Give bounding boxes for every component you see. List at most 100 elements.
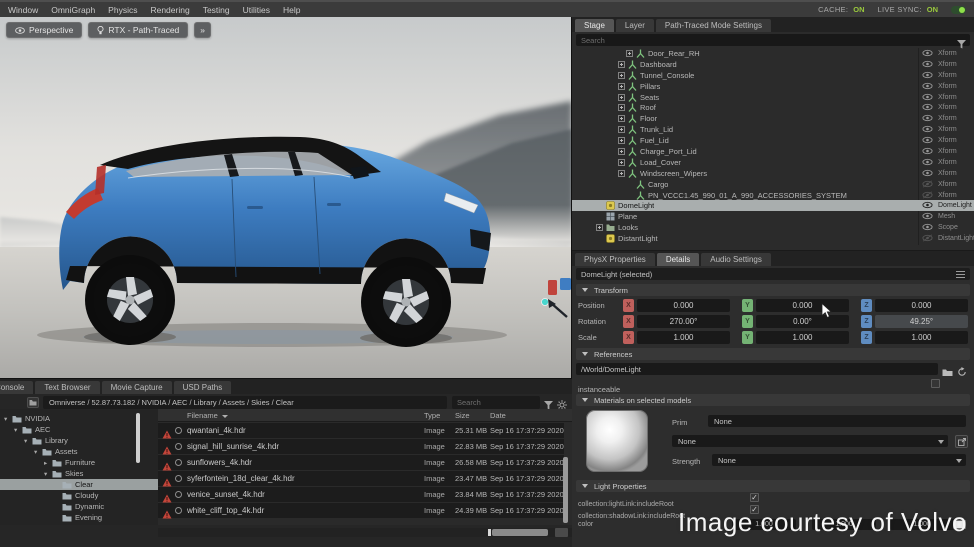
value-z-field[interactable]: 1.000 [875,331,968,344]
stage-tree-row[interactable]: Tunnel_Console Xform [572,70,974,81]
value-y-field[interactable]: 0.000 [756,299,849,312]
file-row[interactable]: white_cliff_top_4k.hdr Image 24.39 MB Se… [158,503,564,519]
tree-arrow-icon[interactable] [44,459,52,467]
folder-tree-row[interactable]: Dynamic [0,501,158,512]
visibility-eye-icon[interactable] [922,103,933,113]
value-x-field[interactable]: 0.000 [637,299,730,312]
expand-toggle-icon[interactable] [618,82,625,90]
expand-toggle-icon[interactable] [618,104,625,112]
stage-tree-row[interactable]: Floor Xform [572,113,974,124]
tab[interactable]: Console [0,381,34,394]
tab[interactable]: Path-Traced Mode Settings [655,19,772,32]
stage-tree-row[interactable]: Seats Xform [572,92,974,103]
stage-tree-row[interactable]: Looks Scope [572,222,974,233]
tree-arrow-icon[interactable] [44,470,52,478]
stage-tree-row[interactable]: Roof Xform [572,102,974,113]
folder-tree-row[interactable]: Indoor [0,523,158,525]
expand-toggle-icon[interactable] [596,224,603,232]
visibility-eye-icon[interactable] [922,158,933,168]
browser-search-input[interactable]: Search [452,396,540,409]
folder-tree-row[interactable]: Library [0,435,158,446]
visibility-eye-icon[interactable] [922,147,933,157]
folder-tree-row[interactable]: Assets [0,446,158,457]
live-sync-toggle[interactable] [951,5,966,14]
viewport-3d[interactable]: Perspective RTX - Path-Traced » [0,17,572,378]
stage-tree-row[interactable]: Trunk_Lid Xform [572,124,974,135]
expand-toggle-icon[interactable] [618,169,625,177]
folder-tree-row[interactable]: AEC [0,424,158,435]
column-date[interactable]: Date [490,411,506,420]
column-filename[interactable]: Filename [187,411,228,420]
stage-tree-row[interactable]: DistantLight DistantLight [572,233,974,244]
column-type[interactable]: Type [424,411,440,420]
stage-tree-row[interactable]: Fuel_Lid Xform [572,135,974,146]
expand-toggle-icon[interactable] [618,137,625,145]
tree-arrow-icon[interactable] [14,426,22,434]
tab[interactable]: Stage [575,19,614,32]
tree-arrow-icon[interactable] [24,437,32,445]
light-property-checkbox[interactable] [750,493,759,502]
light-section-header[interactable]: Light Properties [576,480,970,492]
menu-item[interactable]: Window [8,5,38,15]
file-row[interactable]: syferfontein_18d_clear_4k.hdr Image 23.4… [158,471,564,487]
tab[interactable]: Audio Settings [701,253,771,266]
material-prim-field[interactable]: None [708,415,966,427]
reference-path-field[interactable]: /World/DomeLight [576,363,938,375]
expand-toggle-icon[interactable] [618,126,625,134]
menu-item[interactable]: OmniGraph [51,5,95,15]
folder-tree-row[interactable]: Skies [0,468,158,479]
visibility-eye-icon[interactable] [922,49,933,59]
viewport-more-button[interactable]: » [194,22,212,38]
expand-toggle-icon[interactable] [618,93,625,101]
menu-item[interactable]: Rendering [150,5,189,15]
visibility-eye-icon[interactable] [922,93,933,103]
stage-search-input[interactable]: Search [576,34,970,49]
stage-tree-row[interactable]: Charge_Port_Lid Xform [572,146,974,157]
file-row[interactable]: sunflowers_4k.hdr Image 26.58 MB Sep 16 … [158,455,564,471]
visibility-eye-icon[interactable] [922,60,933,70]
stage-tree-row[interactable]: PN_VCCC1.45_990_01_A_990_ACCESSORIES_SYS… [572,190,974,201]
folder-tree-row[interactable]: Evening [0,512,158,523]
resize-grip[interactable] [555,528,568,537]
camera-mode-button[interactable]: Perspective [6,22,83,38]
stage-tree-row[interactable]: Door_Rear_RH Xform [572,48,974,59]
value-z-field[interactable]: 0.000 [875,299,968,312]
materials-section-header[interactable]: Materials on selected models [576,394,970,406]
expand-toggle-icon[interactable] [618,60,625,68]
stage-tree-row[interactable]: Pillars Xform [572,81,974,92]
visibility-eye-icon[interactable] [922,191,933,201]
instanceable-checkbox[interactable] [931,379,940,388]
visibility-eye-icon[interactable] [922,212,933,222]
value-z-field[interactable]: 49.25° [875,315,968,328]
breadcrumb[interactable]: Omniverse / 52.87.73.182 / NVIDIA / AEC … [43,396,447,409]
tree-arrow-icon[interactable] [34,448,42,456]
material-strength-dropdown[interactable]: None [712,454,966,466]
folder-tree-row[interactable]: Furniture [0,457,158,468]
expand-toggle-icon[interactable] [618,71,625,79]
expand-toggle-icon[interactable] [618,147,625,155]
tab[interactable]: Details [656,253,700,266]
folder-tree-row[interactable]: NVIDIA [0,413,158,424]
visibility-eye-icon[interactable] [922,114,933,124]
tab[interactable]: Layer [615,19,654,32]
value-y-field[interactable]: 1.000 [756,331,849,344]
menu-item[interactable]: Utilities [243,5,270,15]
value-x-field[interactable]: 1.000 [637,331,730,344]
tree-arrow-icon[interactable] [4,415,12,423]
visibility-eye-icon[interactable] [922,169,933,179]
stage-tree-row[interactable]: Windscreen_Wipers Xform [572,168,974,179]
stage-tree-row[interactable]: Plane Mesh [572,211,974,222]
file-row[interactable]: qwantani_4k.hdr Image 25.31 MB Sep 16 17… [158,423,564,439]
visibility-eye-icon[interactable] [922,71,933,81]
tab[interactable]: Text Browser [35,381,100,394]
material-binding-dropdown[interactable]: None [672,435,948,447]
hscroll-thumb[interactable] [488,529,548,536]
menu-item[interactable]: Testing [203,5,230,15]
references-section-header[interactable]: References [576,348,970,360]
file-row[interactable]: signal_hill_sunrise_4k.hdr Image 22.83 M… [158,439,564,455]
visibility-eye-icon[interactable] [922,201,933,211]
file-row[interactable]: venice_sunset_4k.hdr Image 23.84 MB Sep … [158,487,564,503]
file-vertical-scrollbar[interactable] [563,457,568,523]
visibility-eye-icon[interactable] [922,82,933,92]
expand-toggle-icon[interactable] [618,158,625,166]
